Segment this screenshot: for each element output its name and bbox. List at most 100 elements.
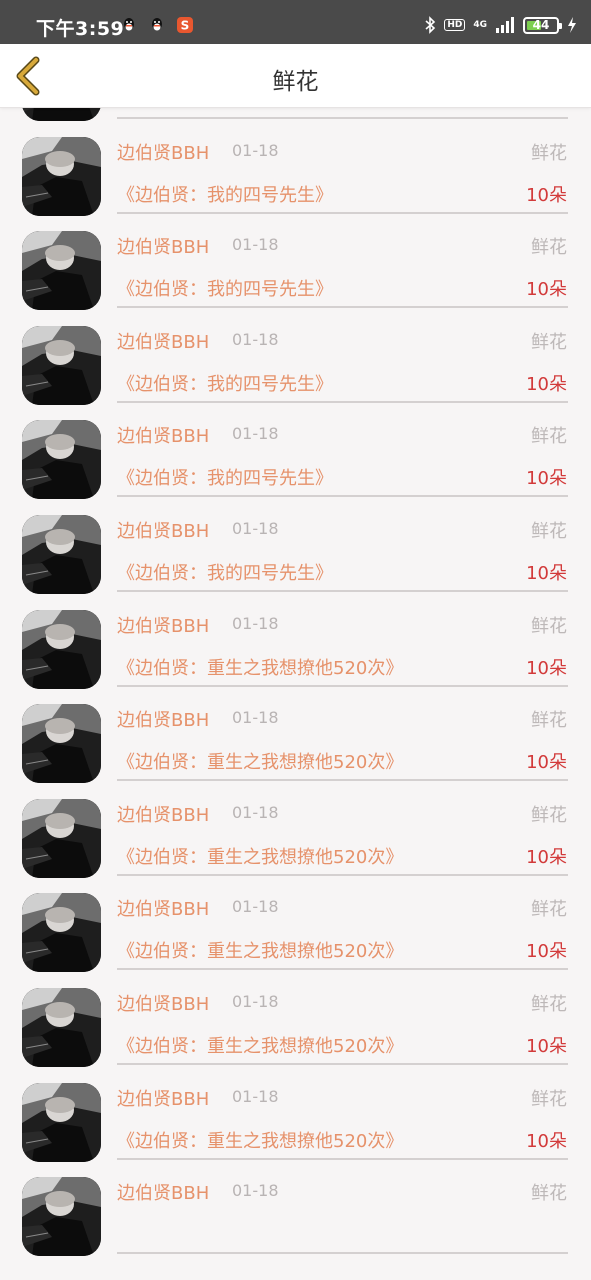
row-divider: [117, 779, 568, 782]
avatar[interactable]: [22, 798, 101, 878]
sender-name[interactable]: 边伯贤BBH: [117, 1085, 209, 1111]
list-item-13[interactable]: 边伯贤BBH 01-18 鲜花: [0, 1163, 591, 1258]
avatar-photo: [22, 136, 101, 216]
avatar[interactable]: [22, 325, 101, 405]
gift-count: 10朵: [526, 108, 567, 112]
avatar[interactable]: [22, 893, 101, 973]
gift-date: 01-18: [232, 708, 279, 728]
list-item-10[interactable]: 边伯贤BBH 01-18 鲜花 《边伯贤：重生之我想撩他520次》 10朵: [0, 879, 591, 974]
list-item-6[interactable]: 边伯贤BBH 01-18 鲜花 《边伯贤：我的四号先生》 10朵: [0, 501, 591, 596]
row-divider: [117, 873, 568, 876]
avatar[interactable]: [22, 987, 101, 1067]
gift-date: 01-18: [232, 518, 279, 538]
list-item-4[interactable]: 边伯贤BBH 01-18 鲜花 《边伯贤：我的四号先生》 10朵: [0, 312, 591, 407]
book-title[interactable]: 《边伯贤：我的四号先生》: [117, 464, 333, 490]
book-title[interactable]: 《边伯贤：我的四号先生》: [117, 370, 333, 396]
avatar[interactable]: [22, 1082, 101, 1162]
book-title[interactable]: 《边伯贤：我的四号先生》: [117, 559, 333, 585]
book-title[interactable]: 《边伯贤：重生之我想撩他520次》: [117, 843, 403, 869]
gift-type: 鲜花: [531, 615, 567, 637]
row-divider: [117, 400, 568, 403]
page-title: 鲜花: [272, 69, 319, 95]
row-divider: [117, 211, 568, 214]
sender-name[interactable]: 边伯贤BBH: [117, 139, 209, 165]
sender-name[interactable]: 边伯贤BBH: [117, 422, 209, 448]
charging-icon: [568, 17, 576, 33]
gift-date: 01-18: [232, 140, 279, 160]
row-divider: [117, 306, 568, 309]
avatar[interactable]: [22, 609, 101, 689]
avatar[interactable]: [22, 136, 101, 216]
book-title[interactable]: 《边伯贤：重生之我想撩他520次》: [117, 748, 403, 774]
gift-count: 10朵: [526, 1130, 567, 1152]
avatar-photo: [22, 1082, 101, 1162]
gift-type: 鲜花: [531, 520, 567, 542]
battery-level: 44: [532, 18, 550, 32]
row-divider: [117, 589, 568, 592]
network-type: 4G: [473, 19, 487, 30]
sender-name[interactable]: 边伯贤BBH: [117, 517, 209, 543]
battery-indicator: 44: [523, 16, 562, 34]
gift-record-list[interactable]: 边伯贤BBH 01-18 鲜花 《边伯贤：我的四号先生》 10朵 边伯贤BBH …: [0, 108, 591, 1280]
gift-record-list-inner: 边伯贤BBH 01-18 鲜花 《边伯贤：我的四号先生》 10朵 边伯贤BBH …: [0, 108, 591, 1258]
sender-name[interactable]: 边伯贤BBH: [117, 895, 209, 921]
status-right: HD 4G 44: [424, 14, 577, 36]
list-item-2[interactable]: 边伯贤BBH 01-18 鲜花 《边伯贤：我的四号先生》 10朵: [0, 123, 591, 218]
gift-type: 鲜花: [531, 1183, 567, 1205]
avatar[interactable]: [22, 231, 101, 311]
list-item-3[interactable]: 边伯贤BBH 01-18 鲜花 《边伯贤：我的四号先生》 10朵: [0, 217, 591, 312]
book-title[interactable]: 《边伯贤：我的四号先生》: [117, 181, 333, 207]
hd-badge: HD: [444, 19, 466, 31]
avatar[interactable]: [22, 108, 101, 121]
avatar-photo: [22, 514, 101, 594]
book-title[interactable]: 《边伯贤：我的四号先生》: [117, 275, 333, 301]
gift-date: 01-18: [232, 235, 279, 255]
gift-type: 鲜花: [531, 993, 567, 1015]
gift-count: 10朵: [526, 941, 567, 963]
list-item-11[interactable]: 边伯贤BBH 01-18 鲜花 《边伯贤：重生之我想撩他520次》 10朵: [0, 974, 591, 1069]
list-item-9[interactable]: 边伯贤BBH 01-18 鲜花 《边伯贤：重生之我想撩他520次》 10朵: [0, 785, 591, 880]
book-title[interactable]: 《边伯贤：重生之我想撩他520次》: [117, 937, 403, 963]
list-item-5[interactable]: 边伯贤BBH 01-18 鲜花 《边伯贤：我的四号先生》 10朵: [0, 406, 591, 501]
avatar-photo: [22, 798, 101, 878]
list-item-7[interactable]: 边伯贤BBH 01-18 鲜花 《边伯贤：重生之我想撩他520次》 10朵: [0, 596, 591, 691]
nav-bar: 鲜花: [0, 44, 591, 108]
row-divider: [117, 117, 568, 119]
gift-count: 10朵: [526, 657, 567, 679]
list-item-8[interactable]: 边伯贤BBH 01-18 鲜花 《边伯贤：重生之我想撩他520次》 10朵: [0, 690, 591, 785]
book-title[interactable]: 《边伯贤：重生之我想撩他520次》: [117, 1127, 403, 1153]
book-title[interactable]: 《边伯贤：重生之我想撩他520次》: [117, 654, 403, 680]
avatar[interactable]: [22, 420, 101, 500]
list-item-1[interactable]: 边伯贤BBH 01-18 鲜花 《边伯贤：我的四号先生》 10朵: [0, 108, 591, 123]
row-divider: [117, 1252, 568, 1255]
gift-count: 10朵: [526, 373, 567, 395]
book-title[interactable]: 《边伯贤：重生之我想撩他520次》: [117, 1032, 403, 1058]
avatar-photo: [22, 987, 101, 1067]
avatar[interactable]: [22, 514, 101, 594]
gift-date: 01-18: [232, 424, 279, 444]
sender-name[interactable]: 边伯贤BBH: [117, 801, 209, 827]
book-title[interactable]: 《边伯贤：我的四号先生》: [117, 108, 333, 112]
gift-type: 鲜花: [531, 426, 567, 448]
gift-count: 10朵: [526, 846, 567, 868]
row-divider: [117, 495, 568, 498]
sender-name[interactable]: 边伯贤BBH: [117, 328, 209, 354]
sender-name[interactable]: 边伯贤BBH: [117, 612, 209, 638]
sender-name[interactable]: 边伯贤BBH: [117, 990, 209, 1016]
row-divider: [117, 1157, 568, 1160]
bluetooth-icon: [425, 16, 436, 34]
sender-name[interactable]: 边伯贤BBH: [117, 1179, 209, 1205]
sender-name[interactable]: 边伯贤BBH: [117, 706, 209, 732]
avatar[interactable]: [22, 1177, 101, 1257]
gift-type: 鲜花: [531, 237, 567, 259]
avatar-photo: [22, 231, 101, 311]
gift-type: 鲜花: [531, 331, 567, 353]
avatar[interactable]: [22, 704, 101, 784]
gift-date: 01-18: [232, 897, 279, 917]
avatar-photo: [22, 609, 101, 689]
gift-count: 10朵: [526, 1035, 567, 1057]
sender-name[interactable]: 边伯贤BBH: [117, 233, 209, 259]
list-item-12[interactable]: 边伯贤BBH 01-18 鲜花 《边伯贤：重生之我想撩他520次》 10朵: [0, 1069, 591, 1164]
avatar-photo: [22, 325, 101, 405]
gift-date: 01-18: [232, 329, 279, 349]
